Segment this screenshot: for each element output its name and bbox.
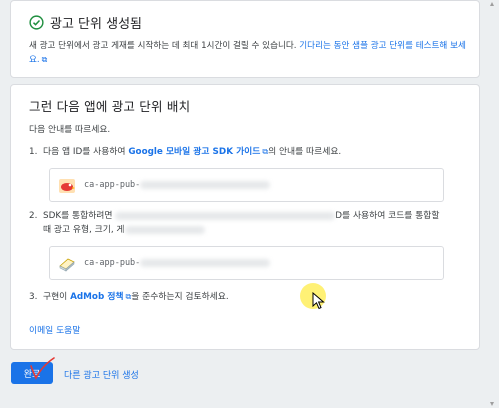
annotation-arrow <box>30 357 55 380</box>
step-number: 2. <box>29 211 38 221</box>
app-id-text: ca-app-pub- <box>84 180 271 190</box>
step-text: 구현이 <box>43 292 71 302</box>
step-text: 의 안내를 따르세요. <box>268 147 342 157</box>
step-1: 1. 다음 앱 ID를 사용하여 Google 모바일 광고 SDK 가이드 ⧉의 … <box>29 145 341 159</box>
ad-unit-id-box[interactable]: ca-app-pub- <box>49 246 444 280</box>
check-circle-icon <box>29 15 44 30</box>
page-scrollbar[interactable] <box>489 0 495 408</box>
card-title: 광고 단위 생성됨 <box>50 17 142 32</box>
admob-policy-link[interactable]: AdMob 정책 <box>70 292 123 302</box>
step-text: 다음 앱 ID를 사용하여 <box>43 147 129 157</box>
instructions-intro: 다음 안내를 따르세요. <box>29 125 111 135</box>
mouse-cursor-icon <box>312 292 325 310</box>
email-help-link[interactable]: 이메일 도움말 <box>29 323 80 336</box>
ad-unit-created-card: 광고 단위 생성됨 새 광고 단위에서 광고 게재를 시작하는 데 최대 1시간… <box>10 0 480 78</box>
card-title: 그런 다음 앱에 광고 단위 배치 <box>29 99 191 114</box>
sdk-guide-link[interactable]: Google 모바일 광고 SDK 가이드 <box>128 147 260 157</box>
app-bird-icon <box>59 179 75 193</box>
step-text: D를 사용하여 코드를 통합할 <box>335 211 440 221</box>
step-3: 3. 구현이 AdMob 정책 ⧉을 준수하는지 검토하세요. <box>29 290 229 304</box>
step-number: 1. <box>29 147 38 157</box>
place-ad-unit-card: 그런 다음 앱에 광고 단위 배치 다음 안내를 따르세요. 1. 다음 앱 ID… <box>10 84 480 350</box>
ad-unit-id-text: ca-app-pub- <box>84 258 271 268</box>
step-text: SDK를 통합하려면 <box>43 211 116 221</box>
card-title-row: 광고 단위 생성됨 <box>29 13 142 32</box>
step-number: 3. <box>29 292 38 302</box>
app-id-box[interactable]: ca-app-pub- <box>49 168 444 202</box>
description-text: 새 광고 단위에서 광고 게재를 시작하는 데 최대 1시간이 걸릴 수 있습니… <box>29 41 300 51</box>
step-2: 2. SDK를 통합하려면 D를 사용하여 코드를 통합할 때 광고 유형, 크기… <box>29 209 469 237</box>
card-description: 새 광고 단위에서 광고 게재를 시작하는 데 최대 1시간이 걸릴 수 있습니… <box>29 39 473 67</box>
step-text: 때 광고 유형, 크기, 게 <box>43 225 125 235</box>
step-text: 을 준수하는지 검토하세요. <box>131 292 229 302</box>
create-another-ad-unit-link[interactable]: 다른 광고 단위 생성 <box>64 368 139 381</box>
code-file-icon <box>59 258 75 272</box>
external-link-icon: ⧉ <box>41 55 48 64</box>
